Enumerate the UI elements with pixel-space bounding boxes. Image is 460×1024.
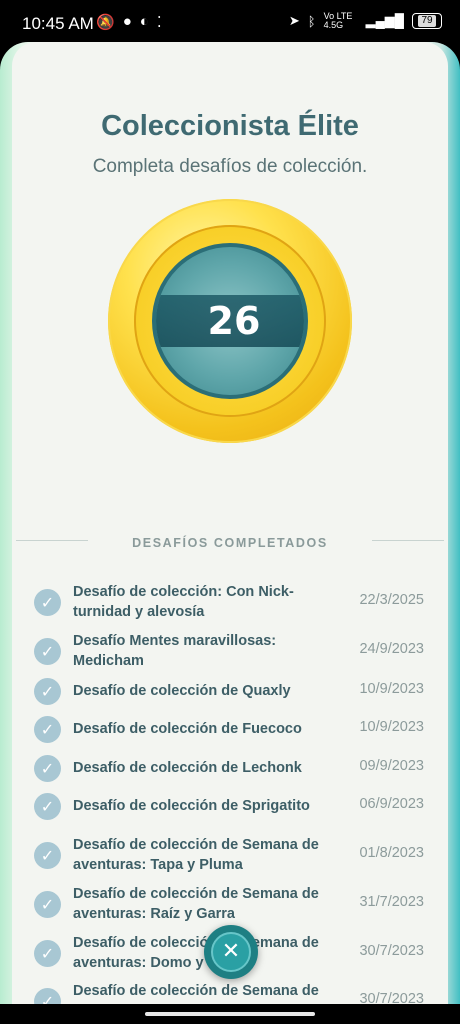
section-label: DESAFÍOS COMPLETADOS xyxy=(132,536,328,550)
medal-count: 26 xyxy=(207,299,261,343)
home-gesture-handle[interactable] xyxy=(145,1012,315,1016)
section-header: DESAFÍOS COMPLETADOS xyxy=(0,532,460,552)
challenge-date: 06/9/2023 xyxy=(359,796,424,812)
battery-icon: 79 xyxy=(412,13,442,29)
status-time: 10:45 AM xyxy=(22,14,94,33)
check-icon: ✓ xyxy=(34,842,61,869)
status-bar: 10:45 AM 🔕 ● ◐ ⁚ ➤ ᛒ Vo LTE 4.5G ▂▄▆█ 79 xyxy=(0,0,460,48)
location-icon: ➤ xyxy=(288,13,300,28)
challenge-name: Desafío de colección de Sprigatito xyxy=(73,798,310,814)
close-button[interactable]: ✕ xyxy=(204,925,258,979)
page-title: Coleccionista Élite xyxy=(101,110,359,142)
page-subtitle: Completa desafíos de colección. xyxy=(92,156,368,177)
check-icon: ✓ xyxy=(34,755,61,782)
bell-off-icon: 🔕 xyxy=(96,14,115,31)
check-icon: ✓ xyxy=(34,638,61,665)
challenge-name: Desafío Mentes maravillosas: Medicham xyxy=(73,633,277,669)
challenge-name: Desafío de colección: Con Nick-turnidad … xyxy=(73,584,294,620)
dots-icon: ⁚ xyxy=(156,14,162,31)
reddit-icon: ● xyxy=(122,13,132,30)
signal-icon: ▂▄▆█ xyxy=(365,13,404,28)
challenge-date: 30/7/2023 xyxy=(359,943,424,959)
check-icon: ✓ xyxy=(34,678,61,705)
challenge-name: Desafío de colección de Fuecoco xyxy=(73,721,302,737)
challenge-date: 09/9/2023 xyxy=(359,758,424,774)
challenge-date: 31/7/2023 xyxy=(359,894,424,910)
check-icon: ✓ xyxy=(34,716,61,743)
app-frame: Coleccionista Élite Completa desafíos de… xyxy=(0,42,460,1008)
status-system-icons: ➤ ᛒ Vo LTE 4.5G ▂▄▆█ 79 xyxy=(289,12,442,30)
challenge-date: 10/9/2023 xyxy=(359,681,424,697)
check-icon: ✓ xyxy=(34,793,61,820)
challenge-name: Desafío de colección de Lechonk xyxy=(73,760,302,776)
challenge-date: 22/3/2025 xyxy=(359,592,424,608)
challenge-name: Desafío de colección de Semana de aventu… xyxy=(73,886,319,922)
network-label: Vo LTE 4.5G xyxy=(323,11,353,30)
check-icon: ✓ xyxy=(34,589,61,616)
battery-level: 79 xyxy=(418,15,436,27)
navigation-bar xyxy=(0,1004,460,1024)
divider-left xyxy=(16,540,88,541)
challenge-date: 24/9/2023 xyxy=(359,641,424,657)
bluetooth-icon: ᛒ xyxy=(307,13,316,29)
check-icon: ✓ xyxy=(34,940,61,967)
check-icon: ✓ xyxy=(34,891,61,918)
medal-center: 26 xyxy=(152,243,308,399)
status-notification-icons: 🔕 ● ◐ ⁚ xyxy=(96,13,162,31)
divider-right xyxy=(372,540,444,541)
medal-badge: 26 xyxy=(108,199,352,443)
challenge-date: 10/9/2023 xyxy=(359,719,424,735)
challenge-date: 01/8/2023 xyxy=(359,845,424,861)
app-icon: ◐ xyxy=(139,13,149,30)
challenge-name: Desafío de colección de Semana de aventu… xyxy=(73,837,319,873)
challenge-name: Desafío de colección de Quaxly xyxy=(73,683,291,699)
close-icon[interactable]: ✕ xyxy=(211,932,251,972)
